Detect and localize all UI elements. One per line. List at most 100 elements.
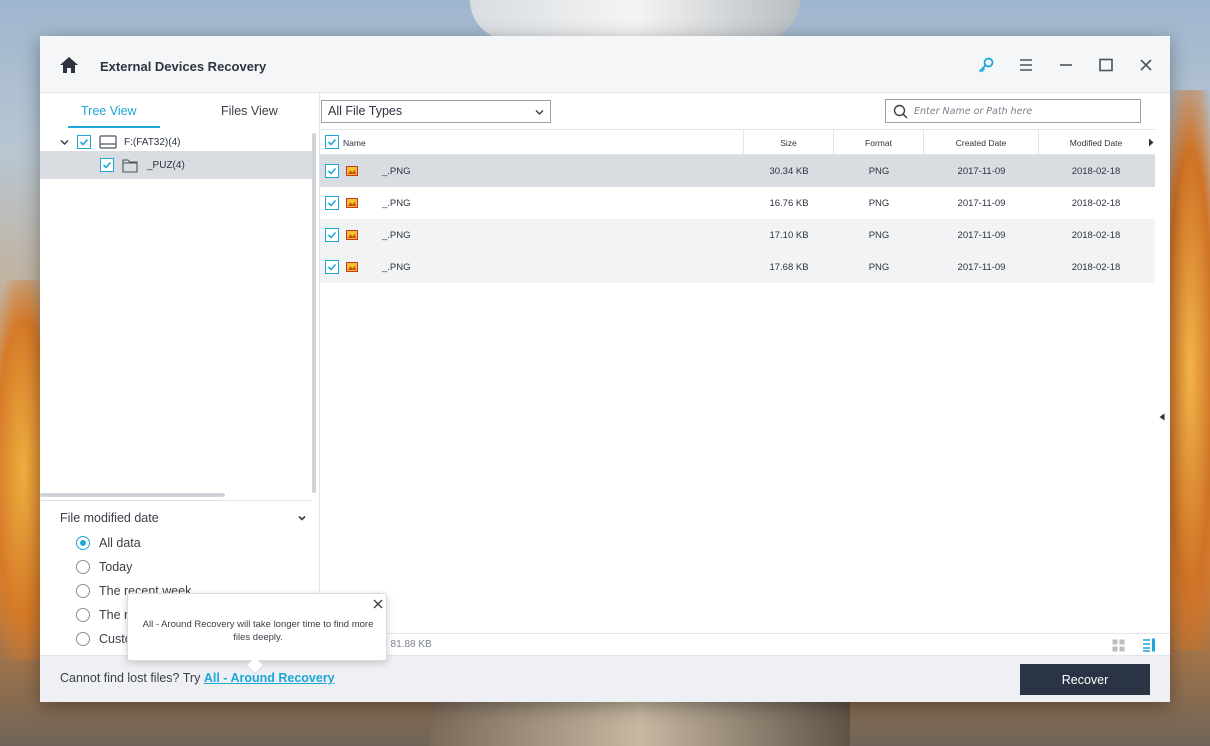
check-icon	[327, 199, 337, 207]
tab-files-view[interactable]: Files View	[221, 104, 278, 118]
chevron-down-icon[interactable]	[60, 138, 69, 147]
cell-format: PNG	[868, 229, 890, 241]
radio-all-data[interactable]: All data	[76, 534, 141, 552]
status-bar: s, 81.88 KB	[320, 633, 1170, 655]
row-checkbox[interactable]	[325, 196, 339, 210]
footer-prompt-text: Cannot find lost files? Try	[60, 671, 204, 685]
row-checkbox[interactable]	[325, 228, 339, 242]
cell-modified: 2018-02-18	[1071, 229, 1121, 241]
cell-size: 17.68 KB	[769, 261, 809, 273]
radio-custom[interactable]: Custo	[76, 630, 132, 648]
maximize-icon[interactable]	[1096, 55, 1116, 75]
menu-icon[interactable]	[1016, 55, 1036, 75]
folder-icon	[122, 158, 138, 173]
cell-name: _.PNG	[382, 229, 411, 241]
cell-size: 16.76 KB	[769, 197, 809, 209]
background-figure-bottom	[430, 700, 850, 746]
title-bar: External Devices Recovery	[40, 36, 1170, 93]
cell-size: 30.34 KB	[769, 165, 809, 177]
cell-modified: 2018-02-18	[1071, 261, 1121, 273]
cell-format: PNG	[868, 197, 890, 209]
file-type-select[interactable]: All File Types	[321, 100, 551, 123]
radio-button[interactable]	[76, 608, 90, 622]
tree-checkbox-folder[interactable]	[100, 158, 114, 172]
check-icon	[327, 263, 337, 271]
row-checkbox[interactable]	[325, 260, 339, 274]
cell-format: PNG	[868, 261, 890, 273]
chevron-down-icon[interactable]	[297, 513, 307, 523]
window-title: External Devices Recovery	[100, 59, 267, 74]
column-header-modified[interactable]: Modified Date	[1039, 130, 1153, 155]
radio-button[interactable]	[76, 560, 90, 574]
cell-modified: 2018-02-18	[1071, 165, 1121, 177]
file-table: Name Size Format Created Date Modified D…	[320, 129, 1155, 633]
table-row[interactable]: _.PNG 16.76 KB PNG 2017-11-09 2018-02-18	[320, 187, 1155, 219]
table-row[interactable]: _.PNG 17.10 KB PNG 2017-11-09 2018-02-18	[320, 219, 1155, 251]
tooltip-text: All - Around Recovery will take longer t…	[142, 619, 374, 643]
grid-view-icon[interactable]	[1112, 639, 1125, 652]
tree-item-folder[interactable]: _PUZ(4)	[40, 151, 312, 179]
radio-recent-month[interactable]: The r	[76, 606, 128, 624]
table-vertical-scrollbar[interactable]	[1156, 129, 1170, 633]
chevron-down-icon	[535, 109, 544, 116]
row-checkbox[interactable]	[325, 164, 339, 178]
tree-checkbox-drive[interactable]	[77, 135, 91, 149]
cell-created: 2017-11-09	[957, 229, 1006, 241]
check-icon	[327, 231, 337, 239]
footer-prompt: Cannot find lost files? Try All - Around…	[60, 671, 335, 685]
table-row[interactable]: _.PNG 17.68 KB PNG 2017-11-09 2018-02-18	[320, 251, 1155, 283]
close-icon[interactable]	[1136, 55, 1156, 75]
cell-created: 2017-11-09	[957, 165, 1006, 177]
radio-button[interactable]	[76, 632, 90, 646]
check-icon	[102, 161, 112, 169]
column-header-created[interactable]: Created Date	[924, 130, 1039, 155]
column-header-format[interactable]: Format	[834, 130, 924, 155]
search-input[interactable]	[914, 103, 1134, 119]
radio-button[interactable]	[76, 536, 90, 550]
tree-item-label: _PUZ(4)	[147, 159, 185, 171]
all-around-recovery-link[interactable]: All - Around Recovery	[204, 671, 335, 685]
check-icon	[327, 167, 337, 175]
radio-label: The r	[99, 608, 129, 622]
search-box[interactable]	[885, 99, 1141, 123]
background-figure	[470, 0, 800, 40]
table-row[interactable]: _.PNG 30.34 KB PNG 2017-11-09 2018-02-18	[320, 155, 1155, 187]
scroll-right-icon[interactable]	[1148, 138, 1154, 147]
search-icon	[893, 104, 908, 119]
collapse-panel-icon[interactable]	[1159, 413, 1165, 421]
tree-item-label: F:(FAT32)(4)	[124, 136, 181, 148]
cell-name: _.PNG	[382, 197, 411, 209]
folder-tree: F:(FAT32)(4) _PUZ(4)	[40, 129, 312, 499]
check-icon	[79, 138, 89, 146]
file-type-value: All File Types	[328, 104, 403, 118]
cell-size: 17.10 KB	[769, 229, 809, 241]
status-text: s, 81.88 KB	[380, 639, 432, 650]
table-header: Name Size Format Created Date Modified D…	[320, 130, 1155, 155]
view-tabs: Tree View Files View	[40, 93, 320, 129]
column-header-name[interactable]: Name	[320, 130, 744, 155]
radio-button[interactable]	[76, 584, 90, 598]
image-file-icon	[346, 198, 358, 208]
radio-label: All data	[99, 536, 141, 550]
tree-vertical-scrollbar[interactable]	[312, 133, 316, 493]
footer-bar: Cannot find lost files? Try All - Around…	[40, 655, 1170, 702]
radio-today[interactable]: Today	[76, 558, 132, 576]
cell-name: _.PNG	[382, 165, 411, 177]
column-header-size[interactable]: Size	[744, 130, 834, 155]
cell-format: PNG	[868, 165, 890, 177]
list-view-icon[interactable]	[1142, 638, 1156, 652]
image-file-icon	[346, 166, 358, 176]
cell-created: 2017-11-09	[957, 261, 1006, 273]
home-icon[interactable]	[59, 55, 79, 75]
minimize-icon[interactable]	[1056, 55, 1076, 75]
tab-tree-view[interactable]: Tree View	[81, 104, 137, 118]
cell-name: _.PNG	[382, 261, 411, 273]
tooltip-popup: All - Around Recovery will take longer t…	[127, 593, 387, 675]
tree-horizontal-scrollbar[interactable]	[40, 493, 225, 497]
radio-label: Today	[99, 560, 133, 574]
cell-modified: 2018-02-18	[1071, 197, 1121, 209]
active-tab-indicator	[68, 126, 160, 128]
close-icon[interactable]	[372, 598, 384, 610]
recover-button[interactable]: Recover	[1020, 664, 1150, 695]
key-icon[interactable]	[976, 55, 996, 75]
